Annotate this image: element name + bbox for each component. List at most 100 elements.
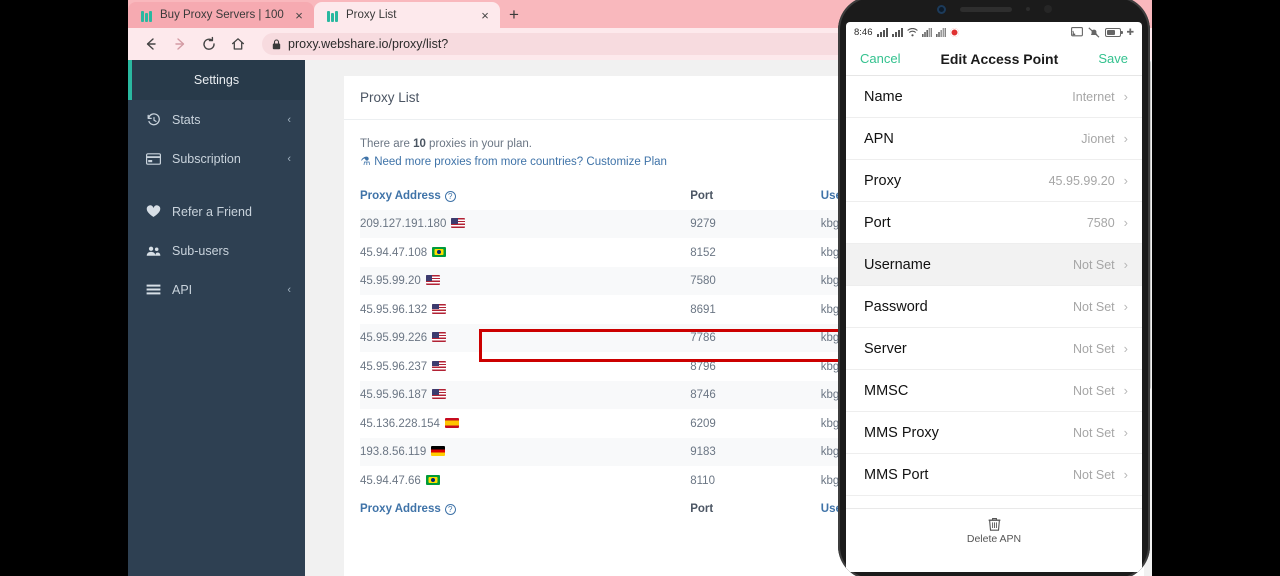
- sidebar-item-sub-users-label: Sub-users: [172, 243, 229, 258]
- apn-row-name[interactable]: Name Internet ›: [846, 76, 1142, 118]
- flask-icon: ⚗: [360, 155, 371, 168]
- country-flag-icon: [431, 446, 446, 457]
- delete-apn-label: Delete APN: [966, 533, 1022, 545]
- plan-summary-suffix: proxies in your plan.: [425, 138, 532, 150]
- proxy-address-value: 45.95.96.132: [360, 303, 428, 316]
- cell-port: 9279: [690, 218, 716, 231]
- sidebar-item-settings-label: Settings: [193, 73, 240, 87]
- save-button[interactable]: Save: [1098, 51, 1128, 66]
- apn-row-password[interactable]: Password Not Set ›: [846, 286, 1142, 328]
- apn-row-mmsc[interactable]: MMSC Not Set ›: [846, 370, 1142, 412]
- status-bar-left: 8:46: [854, 27, 959, 38]
- sidebar-item-refer-a-friend[interactable]: Refer a Friend: [128, 192, 305, 231]
- phone-nav-bar: Cancel Edit Access Point Save: [846, 42, 1142, 76]
- proxy-address-value: 45.95.96.237: [360, 360, 428, 373]
- cell-port: 8746: [690, 389, 716, 402]
- apn-row-value: Jionet: [1081, 131, 1115, 146]
- footer-column-proxy-address-label: Proxy Address: [360, 503, 441, 516]
- proxy-address-value: 45.94.47.66: [360, 474, 421, 487]
- cell-port: 8796: [690, 360, 716, 373]
- wifi-icon: [906, 27, 918, 37]
- chevron-left-icon: ‹: [287, 113, 291, 126]
- reload-icon[interactable]: [196, 31, 222, 57]
- cell-proxy-address: 45.95.96.132: [360, 295, 690, 324]
- apn-row-key: Port: [864, 214, 891, 231]
- back-arrow-icon[interactable]: [138, 31, 164, 57]
- cell-proxy-address: 45.94.47.108: [360, 238, 690, 267]
- users-icon: [146, 243, 161, 258]
- light-sensor-icon: [1043, 5, 1052, 13]
- help-icon[interactable]: ?: [444, 190, 456, 202]
- credit-card-icon: [146, 151, 161, 166]
- apn-row-proxy[interactable]: Proxy 45.95.99.20 ›: [846, 160, 1142, 202]
- webshare-logo-icon: [140, 9, 153, 22]
- browser-tab-1[interactable]: Buy Proxy Servers | 100 Proxies / ×: [128, 2, 314, 28]
- apn-row-server[interactable]: Server Not Set ›: [846, 328, 1142, 370]
- apn-settings-list: Name Internet › APN Jionet › Proxy 45.95.99.20 ›…: [846, 76, 1142, 496]
- front-camera-icon: [936, 4, 946, 14]
- proxy-address-value: 45.95.99.20: [360, 275, 421, 288]
- new-tab-button[interactable]: +: [500, 2, 528, 28]
- screen-root: Buy Proxy Servers | 100 Proxies / × Prox…: [0, 0, 1280, 576]
- apn-row-key: MMS Proxy: [864, 424, 939, 441]
- forward-arrow-icon[interactable]: [167, 31, 193, 57]
- sidebar-divider-gap: [128, 178, 305, 192]
- apn-row-mms-proxy[interactable]: MMS Proxy Not Set ›: [846, 412, 1142, 454]
- cast-screen-icon: [1071, 27, 1084, 37]
- sidebar-item-subscription[interactable]: Subscription ‹: [128, 139, 305, 178]
- sidebar-item-sub-users[interactable]: Sub-users: [128, 231, 305, 270]
- chevron-right-icon: ›: [1123, 383, 1128, 398]
- customize-plan-link-label: Need more proxies from more countries? C…: [374, 155, 667, 168]
- help-icon[interactable]: ?: [444, 504, 456, 516]
- apn-row-value: Internet: [1072, 89, 1115, 104]
- browser-tab-1-close-icon[interactable]: ×: [292, 9, 306, 22]
- apn-row-key: Server: [864, 340, 907, 357]
- chevron-right-icon: ›: [1123, 341, 1128, 356]
- apn-row-value: 45.95.99.20: [1048, 173, 1115, 188]
- column-header-port: Port: [690, 181, 821, 210]
- signal-bars-icon: [891, 27, 903, 37]
- footer-column-proxy-address[interactable]: Proxy Address?: [360, 495, 690, 524]
- chevron-left-icon: ‹: [287, 152, 291, 165]
- browser-tab-2-close-icon[interactable]: ×: [478, 9, 492, 22]
- sidebar-item-api[interactable]: API ‹: [128, 270, 305, 309]
- status-bar-right: ✚: [1071, 26, 1134, 38]
- browser-tab-2-title: Proxy List: [346, 9, 397, 21]
- country-flag-icon: [432, 389, 447, 400]
- home-icon[interactable]: [225, 31, 251, 57]
- earpiece-speaker-icon: [959, 6, 1012, 12]
- country-flag-icon: [444, 417, 459, 428]
- proxy-address-value: 209.127.191.180: [360, 218, 447, 231]
- proxy-address-value: 45.136.228.154: [360, 417, 440, 430]
- heart-icon: [146, 204, 161, 219]
- cancel-button[interactable]: Cancel: [860, 51, 900, 66]
- cell-port: 8691: [690, 303, 716, 316]
- apn-row-key: MMSC: [864, 382, 909, 399]
- browser-tab-2[interactable]: Proxy List ×: [314, 2, 500, 28]
- phone-screen-title: Edit Access Point: [940, 50, 1059, 67]
- plan-summary-prefix: There are: [360, 138, 414, 150]
- record-dot-icon: [949, 27, 959, 37]
- apn-row-port[interactable]: Port 7580 ›: [846, 202, 1142, 244]
- plan-proxy-count: 10: [413, 138, 426, 150]
- chevron-right-icon: ›: [1123, 299, 1128, 314]
- mute-bell-icon: [1088, 26, 1100, 38]
- cell-proxy-address: 45.94.47.66: [360, 466, 690, 495]
- cell-proxy-address: 45.95.96.187: [360, 381, 690, 410]
- apn-row-apn[interactable]: APN Jionet ›: [846, 118, 1142, 160]
- sidebar-item-settings[interactable]: Settings: [128, 60, 305, 100]
- apn-row-value: 7580: [1086, 215, 1115, 230]
- chevron-right-icon: ›: [1123, 467, 1128, 482]
- chevron-right-icon: ›: [1123, 425, 1128, 440]
- chevron-right-icon: ›: [1123, 173, 1128, 188]
- cell-proxy-address: 45.95.99.20: [360, 267, 690, 296]
- delete-apn-button[interactable]: Delete APN: [846, 508, 1142, 545]
- apn-row-mms-port[interactable]: MMS Port Not Set ›: [846, 454, 1142, 496]
- column-header-proxy-address[interactable]: Proxy Address?: [360, 181, 690, 210]
- cell-proxy-address: 45.95.99.226: [360, 324, 690, 353]
- proxy-address-value: 193.8.56.119: [360, 446, 427, 459]
- webshare-logo-icon: [326, 9, 339, 22]
- column-header-port-label: Port: [690, 189, 714, 202]
- apn-row-username[interactable]: Username Not Set ›: [846, 244, 1142, 286]
- sidebar-item-stats[interactable]: Stats ‹: [128, 100, 305, 139]
